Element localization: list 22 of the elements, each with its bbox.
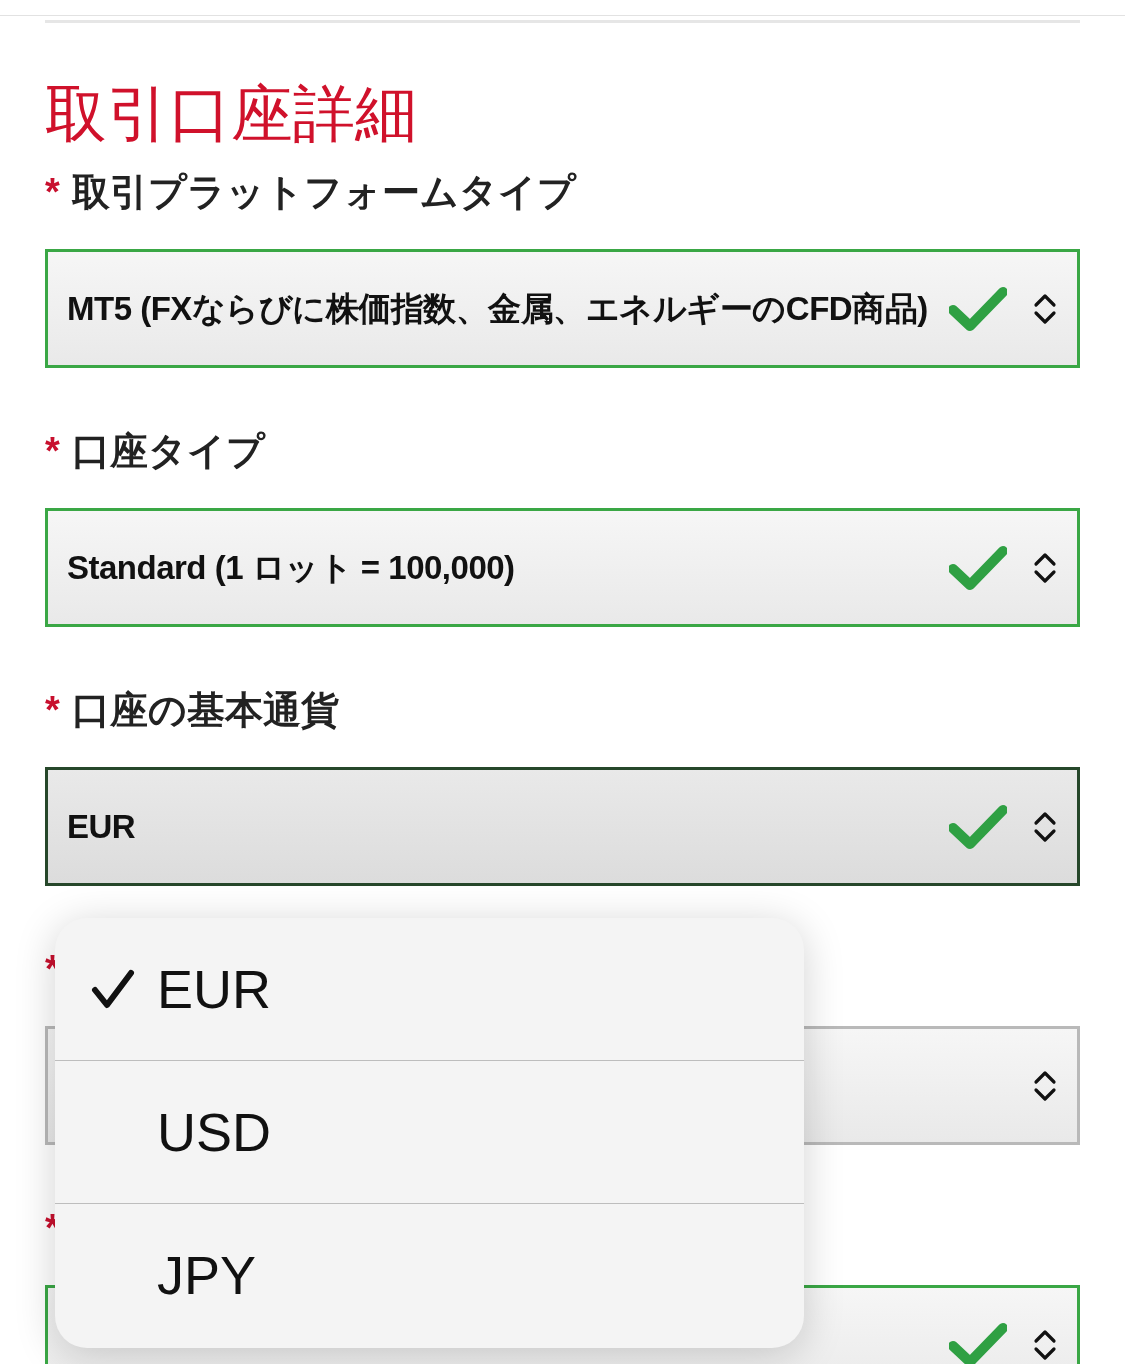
chevron-icon — [1033, 1069, 1057, 1102]
check-icon — [949, 544, 1007, 591]
check-icon — [949, 285, 1007, 332]
select-field[interactable]: Standard (1 ロット = 100,000) — [45, 508, 1080, 627]
select-field[interactable]: EUR — [45, 767, 1080, 886]
dropdown-option[interactable]: JPY — [55, 1204, 804, 1347]
dropdown-option[interactable]: USD — [55, 1061, 804, 1204]
required-asterisk: * — [45, 173, 60, 211]
field-label: 口座の基本通貨 — [71, 691, 339, 729]
field-label: 取引プラットフォームタイプ — [71, 173, 576, 211]
dropdown-option[interactable]: EUR — [55, 918, 804, 1061]
chevron-icon — [1033, 292, 1057, 325]
field-label: 口座タイプ — [71, 432, 265, 470]
section-title: 取引口座詳細 — [45, 83, 418, 145]
check-icon — [91, 968, 135, 1010]
select-field[interactable]: MT5 (FXならびに株価指数、金属、エネルギーのCFD商品) — [45, 249, 1080, 368]
chevron-icon — [1033, 1328, 1057, 1361]
required-asterisk: * — [45, 432, 60, 470]
chevron-icon — [1033, 551, 1057, 584]
chevron-icon — [1033, 810, 1057, 843]
check-icon — [949, 803, 1007, 850]
required-asterisk: * — [45, 691, 60, 729]
